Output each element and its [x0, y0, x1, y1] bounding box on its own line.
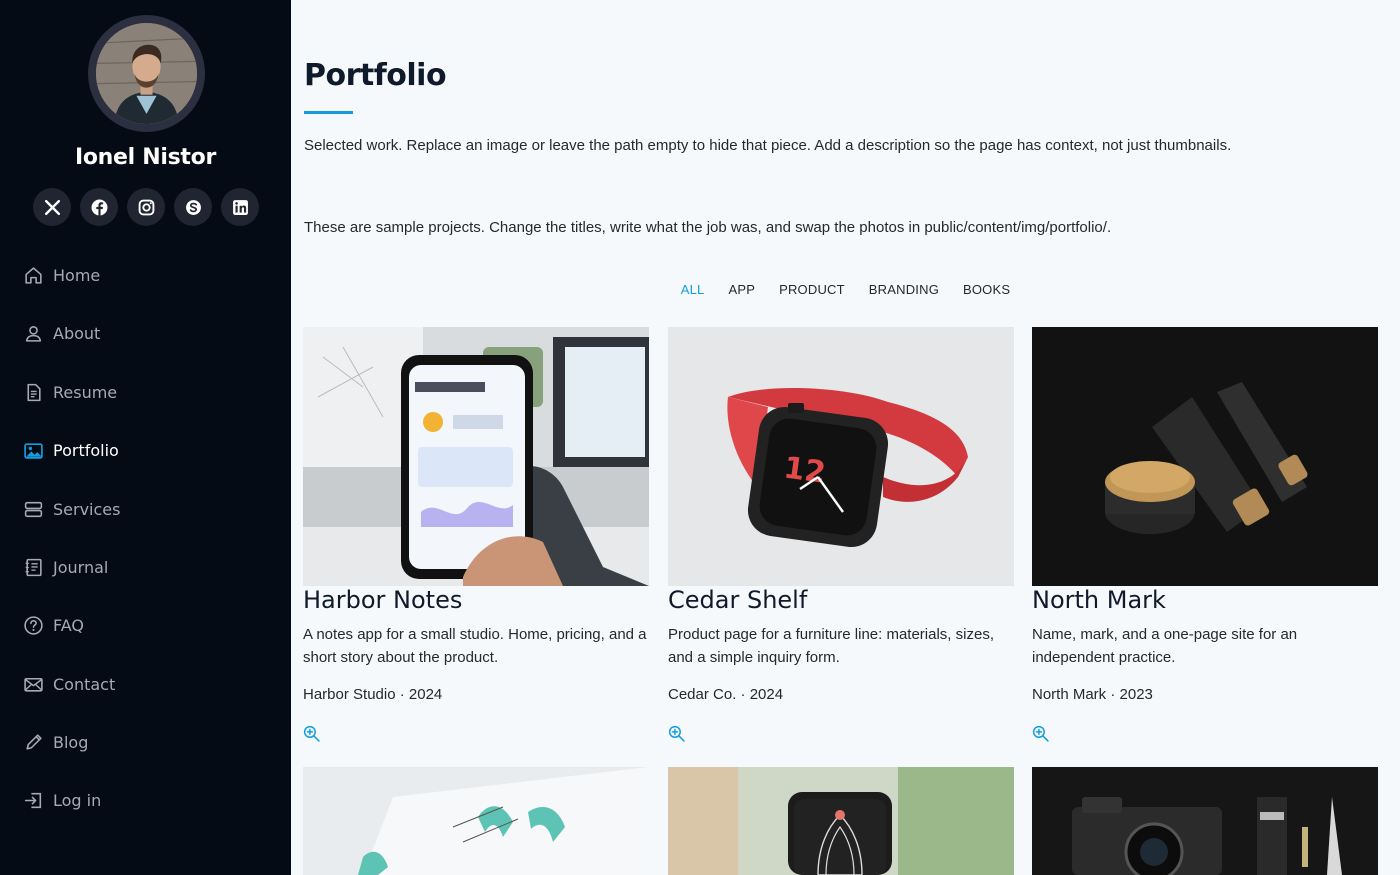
portfolio-item-title: Cedar Shelf [668, 586, 808, 614]
pencil-icon [22, 731, 44, 753]
facebook-icon[interactable] [80, 188, 118, 226]
server-icon [22, 498, 44, 520]
nav-label: Log in [53, 790, 102, 810]
nav-item-faq[interactable]: FAQ [22, 596, 84, 654]
portfolio-item-meta: North Mark · 2023 [1032, 686, 1153, 703]
avatar [88, 15, 205, 132]
portfolio-item-meta: Harbor Studio · 2024 [303, 686, 443, 703]
envelope-icon [22, 673, 44, 695]
nav-item-about[interactable]: About [22, 304, 100, 362]
sidebar: Ionel Nistor Home About Resume Portfolio… [0, 0, 291, 875]
zoom-in-icon[interactable] [668, 725, 685, 742]
filter-app[interactable]: APP [728, 282, 755, 297]
portfolio-thumbnail[interactable] [1032, 767, 1378, 875]
nav-item-resume[interactable]: Resume [22, 363, 117, 421]
portfolio-item [1032, 767, 1378, 875]
nav-label: Home [53, 265, 101, 285]
nav-label: Portfolio [53, 440, 119, 460]
filter-books[interactable]: BOOKS [963, 282, 1010, 297]
portfolio-item: Harbor Notes A notes app for a small stu… [303, 327, 649, 742]
portfolio-item-description: Product page for a furniture line: mater… [668, 626, 994, 666]
nav-item-login[interactable]: Log in [22, 771, 101, 829]
portfolio-thumbnail[interactable] [303, 327, 649, 586]
zoom-in-icon[interactable] [303, 725, 320, 742]
nav-item-blog[interactable]: Blog [22, 713, 88, 771]
portfolio-item-title: North Mark [1032, 586, 1166, 614]
nav-label: Journal [53, 557, 109, 577]
intro-text: Selected work. Replace an image or leave… [304, 137, 1232, 154]
page-title: Portfolio [304, 58, 447, 93]
portfolio-thumbnail[interactable]: 12 [668, 327, 1014, 586]
profile-name: Ionel Nistor [74, 145, 216, 170]
box-arrow-in-icon [22, 789, 44, 811]
nav-item-services[interactable]: Services [22, 480, 120, 538]
zoom-in-icon[interactable] [1032, 725, 1049, 742]
filter-product[interactable]: PRODUCT [779, 282, 845, 297]
nav-label: FAQ [53, 615, 84, 635]
main-content: Portfolio Selected work. Replace an imag… [291, 0, 1400, 875]
title-underline [304, 111, 353, 114]
nav-label: Services [53, 499, 121, 519]
nav-item-portfolio[interactable]: Portfolio [22, 421, 119, 479]
journal-icon [22, 556, 44, 578]
portfolio-filters: ALL APP PRODUCT BRANDING BOOKS [291, 282, 1400, 297]
file-text-icon [22, 381, 44, 403]
portfolio-thumbnail[interactable] [1032, 327, 1378, 586]
linkedin-icon[interactable] [221, 188, 259, 226]
filter-branding[interactable]: BRANDING [869, 282, 939, 297]
intro-text-secondary: These are sample projects. Change the ti… [304, 219, 1112, 236]
skype-icon[interactable] [174, 188, 212, 226]
filter-all[interactable]: ALL [681, 282, 705, 297]
portfolio-item [668, 767, 1014, 875]
nav-item-journal[interactable]: Journal [22, 538, 108, 596]
portfolio-item-description: A notes app for a small studio. Home, pr… [303, 626, 647, 666]
portfolio-thumbnail[interactable] [668, 767, 1014, 875]
person-icon [22, 322, 44, 344]
nav-label: Blog [53, 732, 89, 752]
nav-label: Contact [53, 674, 116, 694]
nav-item-home[interactable]: Home [22, 246, 100, 304]
portfolio-thumbnail[interactable] [303, 767, 649, 875]
nav-item-contact[interactable]: Contact [22, 655, 115, 713]
social-links [33, 188, 259, 226]
question-circle-icon [22, 614, 44, 636]
portfolio-item [303, 767, 649, 875]
portfolio-item: 12 Cedar Shelf Product page for a furnit… [668, 327, 1014, 742]
house-icon [22, 264, 44, 286]
portfolio-item-meta: Cedar Co. · 2024 [668, 686, 784, 703]
portfolio-item-title: Harbor Notes [303, 586, 463, 614]
nav-label: About [53, 323, 101, 343]
portfolio-item: North Mark Name, mark, and a one-page si… [1032, 327, 1378, 742]
x-twitter-icon[interactable] [33, 188, 71, 226]
portfolio-item-description: Name, mark, and a one-page site for an i… [1032, 626, 1298, 666]
instagram-icon[interactable] [127, 188, 165, 226]
images-icon [22, 439, 44, 461]
nav-label: Resume [53, 382, 118, 402]
